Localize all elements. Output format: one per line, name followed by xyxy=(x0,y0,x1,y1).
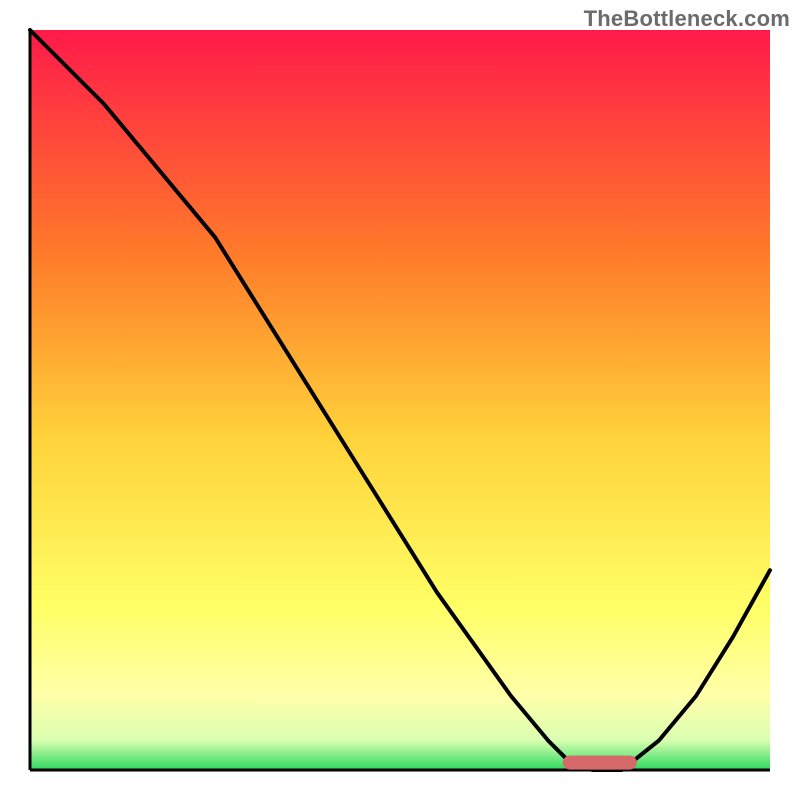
chart-stage: TheBottleneck.com xyxy=(0,0,800,800)
plot-background xyxy=(30,30,770,770)
sweet-spot-marker xyxy=(563,756,637,770)
watermark-text: TheBottleneck.com xyxy=(584,6,790,32)
chart-svg xyxy=(0,0,800,800)
